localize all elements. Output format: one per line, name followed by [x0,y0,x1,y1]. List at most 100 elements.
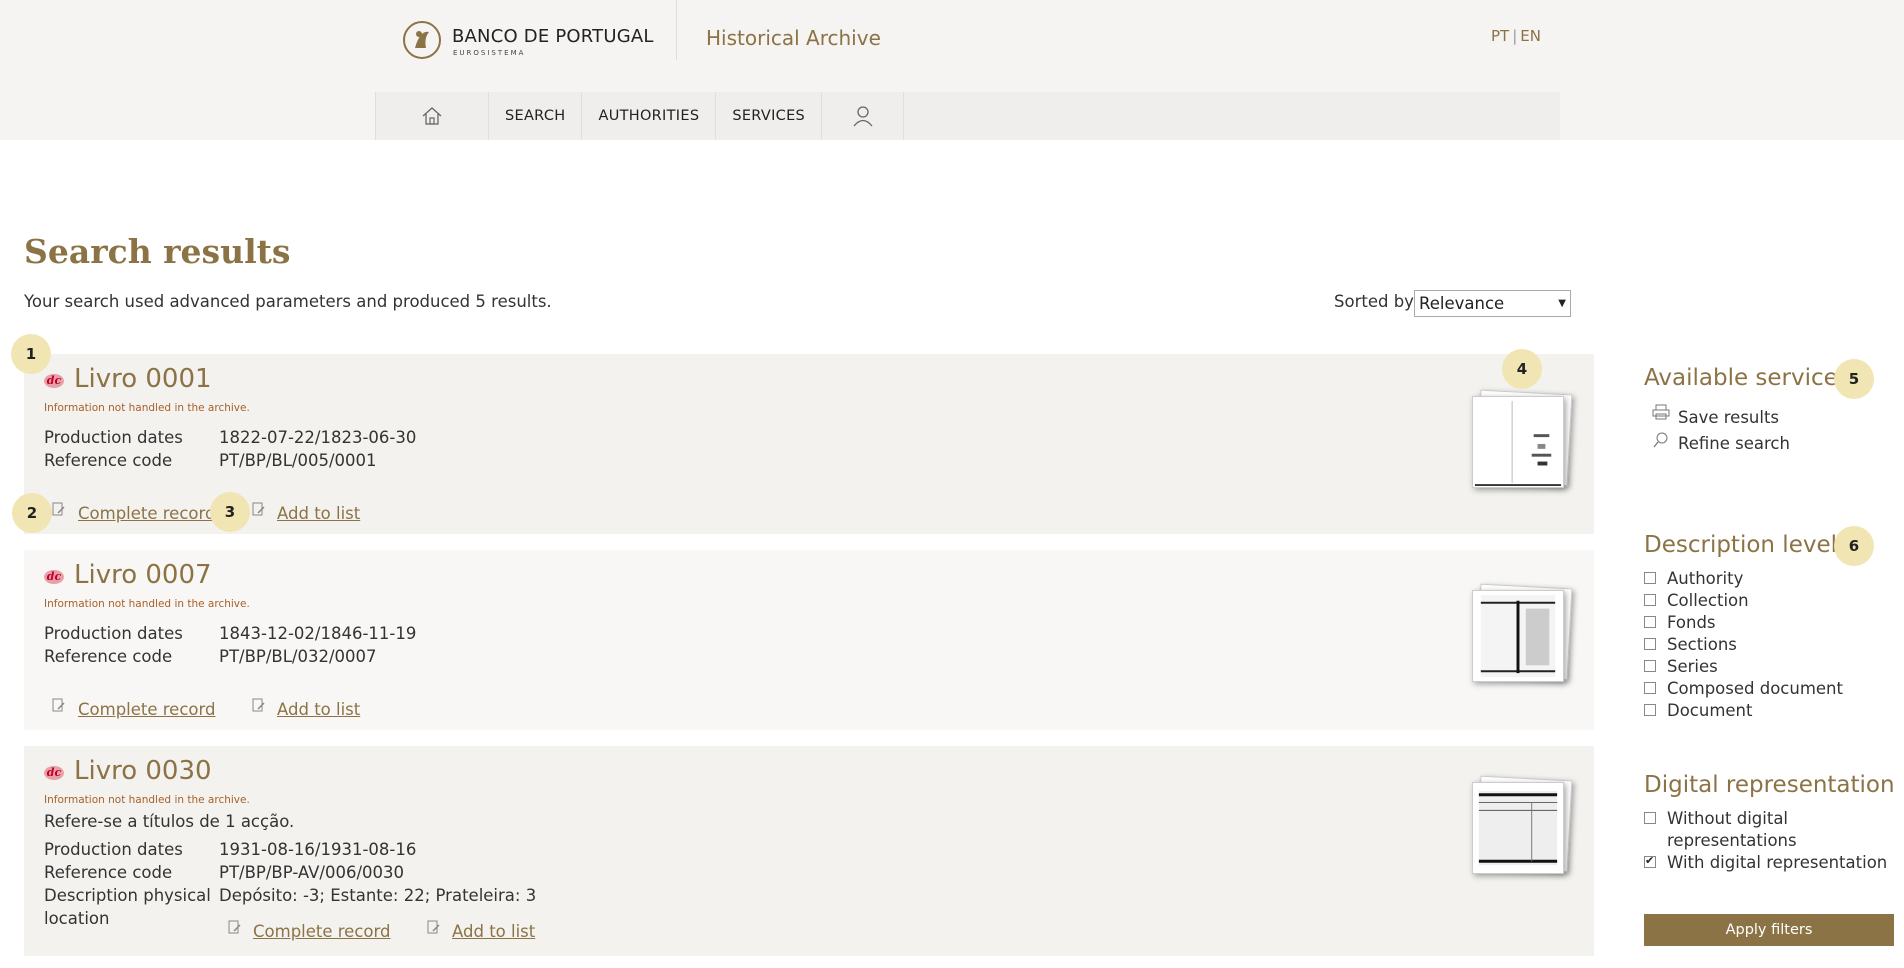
nav-home[interactable] [375,92,489,140]
nav-search[interactable]: SEARCH [489,92,583,140]
lang-en-link[interactable]: EN [1520,27,1541,45]
header-divider [676,0,677,60]
checkbox-label: Fonds [1667,613,1716,632]
language-switcher: PT | EN [1491,27,1541,45]
printer-icon [1652,404,1670,420]
checkbox-label: Sections [1667,635,1737,654]
field-value: Depósito: -3; Estante: 22; Prateleira: 3 [219,886,537,905]
field-label: Reference code [44,647,173,666]
checkbox[interactable] [1644,704,1656,716]
result-title[interactable]: Livro 0001 [74,364,212,394]
checkbox-label: Collection [1667,591,1749,610]
annotation-badge: 4 [1502,349,1542,389]
checkbox-checked[interactable] [1644,854,1656,868]
field-value: PT/BP/BP-AV/006/0030 [219,863,405,882]
annotation-badge: 6 [1834,526,1874,566]
complete-record-link[interactable]: Complete record [78,700,215,719]
checkbox[interactable] [1644,660,1656,672]
user-icon [853,106,873,127]
result-item: dc Livro 0001 Information not handled in… [24,354,1594,534]
checkbox-label: Without digital representations [1667,809,1797,850]
filter-series[interactable]: Series [1644,656,1718,678]
bank-logo[interactable]: BANCO DE PORTUGAL EUROSISTEMA [402,20,653,60]
checkbox[interactable] [1644,682,1656,694]
result-note: Information not handled in the archive. [44,402,250,414]
result-thumbnail[interactable] [1470,775,1573,878]
nav-services[interactable]: SERVICES [716,92,823,140]
field-label: Production dates [44,624,183,643]
dc-icon: dc [44,570,64,584]
result-thumbnail[interactable] [1470,583,1573,686]
result-item: dc Livro 0030 Information not handled in… [24,746,1594,956]
record-icon [52,698,65,712]
filter-sections[interactable]: Sections [1644,634,1737,656]
add-to-list-icon [427,920,440,934]
checkbox-label: With digital representation [1667,853,1888,872]
available-services-heading: Available services [1644,365,1850,391]
document-thumbnail-image [1472,782,1564,874]
logo-sub-text: EUROSISTEMA [453,49,526,57]
checkbox[interactable] [1644,594,1656,606]
filter-document[interactable]: Document [1644,700,1752,722]
site-title[interactable]: Historical Archive [706,26,881,50]
digital-representation-heading: Digital representation [1644,772,1895,798]
lang-separator: | [1512,27,1518,45]
annotation-badge: 5 [1834,359,1874,399]
bank-emblem-icon [403,21,441,59]
result-note: Information not handled in the archive. [44,794,250,806]
apply-filters-button[interactable]: Apply filters [1644,914,1894,946]
dc-icon: dc [44,374,64,388]
field-label: Description physical [44,886,211,905]
nav-menu: SEARCH AUTHORITIES SERVICES [375,92,905,140]
add-to-list-icon [252,698,265,712]
results-summary: Your search used advanced parameters and… [24,292,552,311]
filter-with-digital[interactable]: With digital representation [1644,852,1887,874]
logo-main-text: BANCO DE PORTUGAL [452,26,654,47]
annotation-badge: 1 [11,334,51,374]
result-item: dc Livro 0007 Information not handled in… [24,550,1594,730]
checkbox[interactable] [1644,616,1656,628]
main-navbar: SEARCH AUTHORITIES SERVICES [375,92,1560,140]
checkbox-label: Authority [1667,569,1744,588]
field-value: 1931-08-16/1931-08-16 [219,840,417,859]
nav-authorities[interactable]: AUTHORITIES [582,92,717,140]
add-to-list-link[interactable]: Add to list [277,700,360,719]
filter-without-digital[interactable]: Without digital representations [1644,808,1837,852]
refine-search-link[interactable]: Refine search [1678,434,1790,453]
filter-authority[interactable]: Authority [1644,568,1743,590]
home-icon [422,107,442,125]
filter-collection[interactable]: Collection [1644,590,1749,612]
search-icon [1653,432,1668,448]
annotation-badge: 2 [12,493,52,533]
result-title[interactable]: Livro 0007 [74,560,212,590]
add-to-list-link[interactable]: Add to list [452,922,535,941]
complete-record-link[interactable]: Complete record [253,922,390,941]
filter-fonds[interactable]: Fonds [1644,612,1716,634]
result-thumbnail[interactable] [1470,389,1573,492]
complete-record-link[interactable]: Complete record [78,504,215,523]
field-value: 1822-07-22/1823-06-30 [219,428,417,447]
checkbox[interactable] [1644,638,1656,650]
annotation-badge: 3 [210,492,250,532]
field-value: PT/BP/BL/032/0007 [219,647,377,666]
sort-value: Relevance [1419,294,1505,313]
description-levels-heading: Description levels [1644,532,1849,558]
sort-label: Sorted by [1334,292,1414,311]
record-icon [52,502,65,516]
dropdown-arrow-icon: ▼ [1558,298,1566,309]
result-title[interactable]: Livro 0030 [74,756,212,786]
checkbox[interactable] [1644,572,1656,584]
lang-pt-link[interactable]: PT [1491,27,1509,45]
record-icon [228,920,241,934]
field-label: Production dates [44,428,183,447]
document-thumbnail-image [1472,396,1564,488]
save-results-link[interactable]: Save results [1678,408,1779,427]
nav-user[interactable] [822,92,905,140]
result-note: Information not handled in the archive. [44,598,250,610]
add-to-list-link[interactable]: Add to list [277,504,360,523]
sort-select[interactable]: Relevance ▼ [1414,290,1571,317]
field-label: Reference code [44,451,173,470]
dc-icon: dc [44,766,64,780]
filter-composed-document[interactable]: Composed document [1644,678,1843,700]
checkbox[interactable] [1644,812,1656,824]
